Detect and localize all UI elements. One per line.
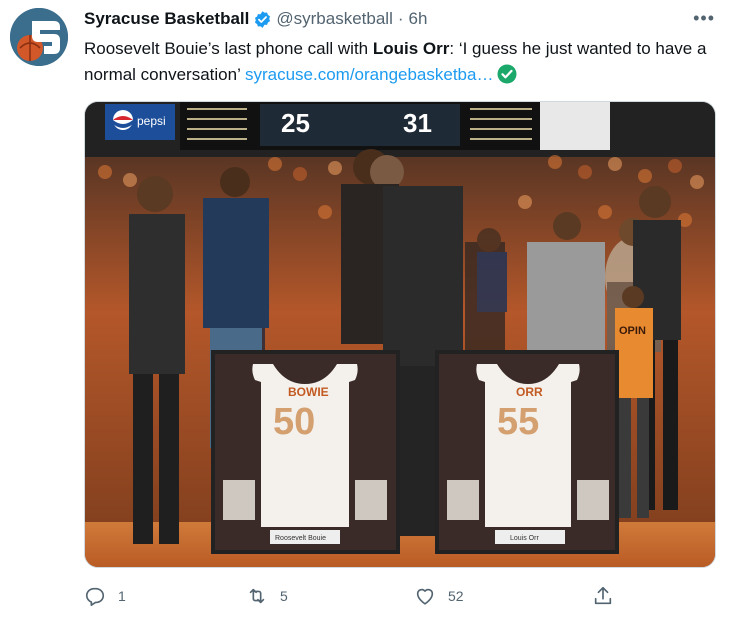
- jersey-left-number: 50: [273, 401, 315, 443]
- separator-dot: ·: [397, 9, 404, 28]
- kid-shirt-text: OPIN: [619, 325, 646, 337]
- jersey-ceremony-image: pepsi 25 31 OPIN BOWIE 50 Roosevelt Boui…: [85, 102, 715, 567]
- syracuse-logo-icon: [10, 8, 68, 66]
- like-button[interactable]: 52: [414, 585, 464, 607]
- retweet-button[interactable]: 5: [246, 585, 288, 607]
- jersey-right-number: 55: [497, 401, 539, 443]
- tweet-text-part1: Roosevelt Bouie’s last phone call with: [84, 39, 373, 58]
- tweet[interactable]: Syracuse Basketball @syrbasketball · 6h …: [0, 0, 729, 632]
- scoreboard-brand-text: pepsi: [137, 114, 166, 128]
- check-mark-icon: [497, 64, 517, 84]
- author-avatar[interactable]: [10, 8, 68, 66]
- score-right: 31: [403, 108, 432, 138]
- author-name[interactable]: Syracuse Basketball: [84, 9, 249, 29]
- like-count: 52: [448, 588, 464, 604]
- share-icon: [594, 586, 612, 605]
- retweet-icon: [249, 588, 265, 604]
- tweet-photo[interactable]: pepsi 25 31 OPIN BOWIE 50 Roosevelt Boui…: [84, 101, 716, 568]
- tweet-link[interactable]: syracuse.com/orangebasketba…: [245, 65, 494, 84]
- share-button[interactable]: [592, 585, 626, 607]
- more-options-icon[interactable]: •••: [693, 8, 715, 29]
- tweet-text-bold: Louis Orr: [372, 39, 450, 58]
- tweet-header: Syracuse Basketball @syrbasketball · 6h: [84, 8, 427, 30]
- verified-badge-icon: [255, 10, 271, 28]
- tweet-timestamp[interactable]: 6h: [409, 9, 428, 29]
- plaque-right-text: Louis Orr: [510, 535, 539, 542]
- reply-button[interactable]: 1: [84, 585, 126, 607]
- jersey-left-name: BOWIE: [288, 385, 329, 399]
- tweet-text: Roosevelt Bouie’s last phone call with L…: [84, 36, 714, 88]
- author-handle[interactable]: @syrbasketball: [276, 9, 392, 29]
- retweet-count: 5: [280, 588, 288, 604]
- heart-icon: [416, 588, 434, 605]
- tweet-actions: 1 5 52: [84, 585, 644, 611]
- reply-icon: [85, 587, 105, 606]
- jersey-right-name: ORR: [516, 385, 543, 399]
- score-left: 25: [281, 108, 310, 138]
- plaque-left-text: Roosevelt Bouie: [275, 535, 326, 542]
- reply-count: 1: [118, 588, 126, 604]
